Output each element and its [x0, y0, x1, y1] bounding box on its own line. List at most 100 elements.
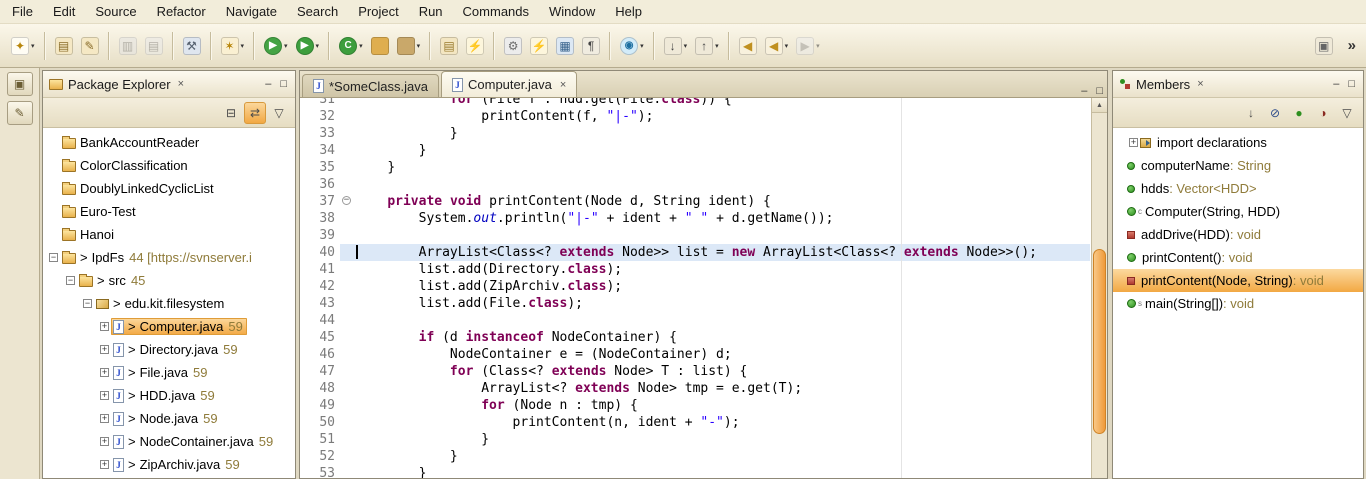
tree-item[interactable]: +J>File.java59 — [43, 361, 295, 384]
open-task-button[interactable]: ▤ — [437, 32, 461, 60]
dropdown-arrow-icon[interactable]: ▾ — [316, 42, 320, 50]
code-line[interactable]: 34 } — [300, 142, 1090, 159]
tree-expander[interactable]: − — [64, 276, 77, 285]
dropdown-arrow-icon[interactable]: ▾ — [359, 42, 363, 50]
code-line[interactable]: 49 for (Node n : tmp) { — [300, 397, 1090, 414]
code-line[interactable]: 41 list.add(Directory.class); — [300, 261, 1090, 278]
tree-item[interactable]: +J>HDD.java59 — [43, 384, 295, 407]
code-line[interactable]: 48 ArrayList<? extends Node> tmp = e.get… — [300, 380, 1090, 397]
fast-view-editor-button[interactable]: ✎ — [7, 101, 33, 125]
web-browser-button[interactable]: ◉▾ — [617, 32, 647, 60]
menu-commands[interactable]: Commands — [453, 0, 539, 23]
code-line[interactable]: 42 list.add(ZipArchiv.class); — [300, 278, 1090, 295]
build-all-button[interactable]: ⚒ — [180, 32, 204, 60]
maximize-button[interactable]: □ — [1348, 78, 1355, 90]
tree-item[interactable]: ColorClassification — [43, 154, 295, 177]
member-item[interactable]: +import declarations — [1113, 131, 1363, 154]
maximize-button[interactable]: □ — [280, 78, 287, 90]
member-expander[interactable]: + — [1127, 138, 1140, 147]
minimize-button[interactable]: – — [1081, 85, 1087, 97]
tree-expander[interactable]: + — [98, 437, 111, 446]
editor-scrollbar[interactable]: ▲ — [1091, 98, 1107, 478]
view-menu-button[interactable]: ▽ — [1336, 102, 1358, 124]
dropdown-arrow-icon[interactable]: ▾ — [785, 42, 789, 50]
code-line[interactable]: 45 if (d instanceof NodeContainer) { — [300, 329, 1090, 346]
code-area[interactable]: 31 for (File f : hdd.get(File.class)) {3… — [300, 98, 1090, 478]
maximize-button[interactable]: □ — [1096, 85, 1103, 97]
code-line[interactable]: 44 — [300, 312, 1090, 329]
member-item[interactable]: smain(String[]) : void — [1113, 292, 1363, 315]
code-line[interactable]: 40 ArrayList<Class<? extends Node>> list… — [300, 244, 1090, 261]
scroll-up-button[interactable]: ▲ — [1092, 98, 1107, 113]
dropdown-arrow-icon[interactable]: ▾ — [284, 42, 288, 50]
hide-nonpublic-button[interactable]: ◑ — [1312, 102, 1334, 124]
flashlight-search-button[interactable]: ⚡ — [527, 32, 551, 60]
collapse-all-button[interactable]: ⊟ — [220, 102, 242, 124]
code-line[interactable]: 51 } — [300, 431, 1090, 448]
next-annotation-button[interactable]: ↓▾ — [661, 32, 691, 60]
tree-expander[interactable]: + — [98, 414, 111, 423]
run-last-tool-button[interactable]: ✶▾ — [218, 32, 248, 60]
dropdown-arrow-icon[interactable]: ▾ — [31, 42, 35, 50]
new-wizard-button[interactable]: ✦▾ — [8, 32, 38, 60]
dropdown-arrow-icon[interactable]: ▾ — [715, 42, 719, 50]
dropdown-arrow-icon[interactable]: ▾ — [640, 42, 644, 50]
menu-window[interactable]: Window — [539, 0, 605, 23]
coverage-button[interactable]: ⚙ — [501, 32, 525, 60]
hide-static-button[interactable]: ● — [1288, 102, 1310, 124]
dropdown-arrow-icon[interactable]: ▾ — [417, 42, 421, 50]
code-line[interactable]: 37− private void printContent(Node d, St… — [300, 193, 1090, 210]
last-edit-location-button[interactable]: ◀ — [736, 32, 760, 60]
new-class-button[interactable]: C▾ — [336, 32, 366, 60]
show-whitespace-button[interactable]: ¶ — [579, 32, 603, 60]
menu-search[interactable]: Search — [287, 0, 348, 23]
pin-editor-button[interactable]: ▣ — [1312, 32, 1336, 60]
forward-button[interactable]: ▶▾ — [793, 32, 823, 60]
menu-help[interactable]: Help — [605, 0, 652, 23]
tree-expander[interactable]: + — [98, 368, 111, 377]
code-line[interactable]: 38 System.out.println("|-" + ident + " "… — [300, 210, 1090, 227]
new-package-button[interactable] — [368, 32, 392, 60]
print-button[interactable]: ▤ — [142, 32, 166, 60]
dropdown-arrow-icon[interactable]: ▾ — [816, 42, 820, 50]
member-item[interactable]: cComputer(String, HDD) — [1113, 200, 1363, 223]
dropdown-arrow-icon[interactable]: ▾ — [684, 42, 688, 50]
tree-expander[interactable]: + — [98, 322, 111, 331]
editor-tab[interactable]: J*SomeClass.java — [302, 74, 439, 97]
menu-edit[interactable]: Edit — [43, 0, 85, 23]
new-project-button[interactable]: ▤ — [52, 32, 76, 60]
tree-item[interactable]: +J>NodeContainer.java59 — [43, 430, 295, 453]
code-line[interactable]: 50 printContent(n, ident + "-"); — [300, 414, 1090, 431]
tree-item[interactable]: +J>Node.java59 — [43, 407, 295, 430]
code-line[interactable]: 35 } — [300, 159, 1090, 176]
code-line[interactable]: 47 for (Class<? extends Node> T : list) … — [300, 363, 1090, 380]
code-line[interactable]: 31 for (File f : hdd.get(File.class)) { — [300, 98, 1090, 108]
menu-file[interactable]: File — [2, 0, 43, 23]
scrollbar-thumb[interactable] — [1093, 249, 1106, 434]
code-line[interactable]: 53 } — [300, 465, 1090, 478]
run-button[interactable]: ▶▾ — [293, 32, 323, 60]
tree-item[interactable]: +J>Computer.java59 — [43, 315, 295, 338]
tree-item[interactable]: −>IpdFs44 [https://svnserver.i — [43, 246, 295, 269]
tree-item[interactable]: DoublyLinkedCyclicList — [43, 177, 295, 200]
menu-run[interactable]: Run — [409, 0, 453, 23]
tree-expander[interactable]: + — [98, 391, 111, 400]
menu-navigate[interactable]: Navigate — [216, 0, 287, 23]
code-line[interactable]: 32 printContent(f, "|-"); — [300, 108, 1090, 125]
close-view-button[interactable]: × — [1195, 78, 1205, 90]
code-line[interactable]: 52 } — [300, 448, 1090, 465]
tree-item[interactable]: +J>Directory.java59 — [43, 338, 295, 361]
tree-expander[interactable]: + — [98, 345, 111, 354]
tree-expander[interactable]: + — [98, 460, 111, 469]
hide-fields-button[interactable]: ⊘ — [1264, 102, 1286, 124]
minimize-button[interactable]: – — [265, 78, 271, 90]
view-menu-button[interactable]: ▽ — [268, 102, 290, 124]
code-line[interactable]: 39 — [300, 227, 1090, 244]
open-resource-button[interactable]: ✎ — [78, 32, 102, 60]
tree-expander[interactable]: − — [81, 299, 94, 308]
member-item[interactable]: printContent(Node, String) : void — [1113, 269, 1363, 292]
menu-refactor[interactable]: Refactor — [147, 0, 216, 23]
restore-fast-view-button[interactable]: ▣ — [7, 72, 33, 96]
menu-project[interactable]: Project — [348, 0, 408, 23]
tree-item[interactable]: −>edu.kit.filesystem — [43, 292, 295, 315]
